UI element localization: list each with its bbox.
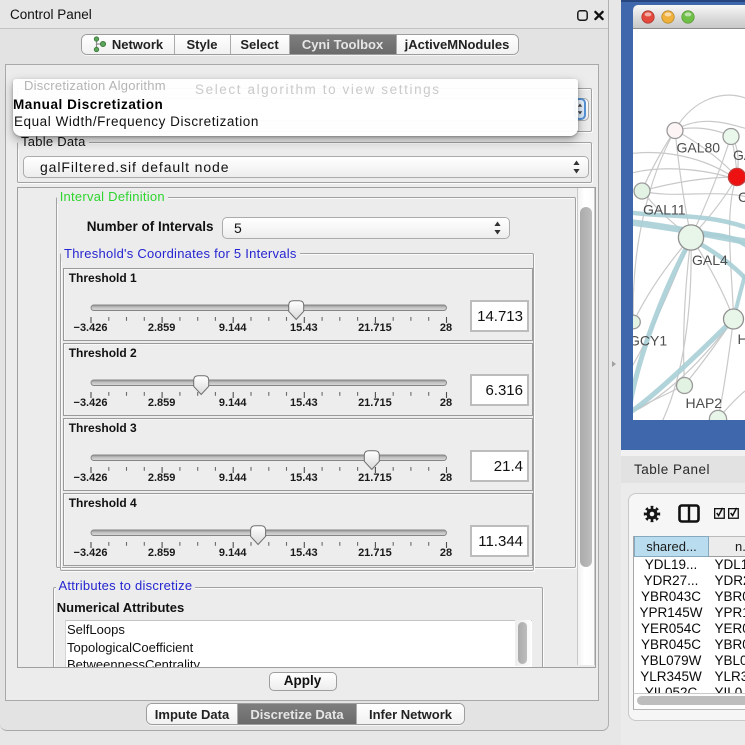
svg-text:GAL80: GAL80 [677,140,721,156]
svg-text:GAL11: GAL11 [643,202,686,218]
svg-text:HAP2: HAP2 [686,395,723,411]
svg-text:GCY1: GCY1 [633,333,667,349]
svg-text:GAL4: GAL4 [692,252,728,268]
svg-text:HA: HA [738,331,745,347]
svg-text:GA: GA [733,147,745,163]
svg-text:C: C [738,189,745,205]
